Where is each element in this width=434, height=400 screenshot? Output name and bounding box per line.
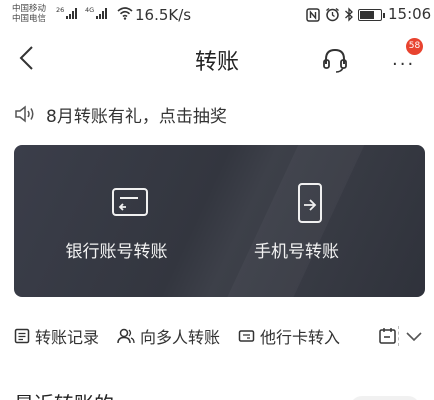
- phone-number-transfer-button[interactable]: 手机号转账: [220, 145, 425, 297]
- transfer-card: 银行账号转账 手机号转账: [14, 145, 425, 297]
- shortcut-divider: [398, 326, 399, 346]
- headset-icon[interactable]: [320, 46, 350, 74]
- card-in-icon: [238, 330, 255, 342]
- signal-1-tag: 26: [56, 6, 65, 14]
- signal-1-icon: 26: [56, 6, 78, 19]
- signal-2-tag: 4G: [85, 6, 95, 14]
- multi-user-icon: [117, 328, 135, 344]
- bank-card-transfer-icon: [112, 188, 148, 216]
- shortcut-card-in[interactable]: 他行卡转入: [238, 324, 340, 348]
- phone-number-transfer-label: 手机号转账: [254, 242, 339, 262]
- calendar-icon[interactable]: [378, 326, 398, 346]
- alarm-icon: [326, 7, 339, 22]
- wifi-icon: [117, 7, 133, 20]
- page-title: 转账: [194, 50, 239, 75]
- network-speed: 16.5K/s: [135, 6, 192, 24]
- speaker-icon: [15, 105, 34, 123]
- shortcut-bar: 转账记录 向多人转账 他行卡转入: [14, 322, 358, 350]
- shortcut-transfer-records[interactable]: 转账记录: [14, 324, 99, 348]
- phone-transfer-icon: [298, 183, 322, 223]
- status-bar: 中国移动 中国电信 26 4G 16.5K/s 15:06: [0, 0, 434, 30]
- shortcut-multi-transfer-label: 向多人转账: [140, 328, 221, 347]
- bluetooth-icon: [345, 7, 353, 22]
- carrier-1: 中国移动: [12, 4, 47, 14]
- recent-transfers-action[interactable]: [350, 396, 420, 400]
- shortcut-transfer-records-label: 转账记录: [35, 328, 100, 347]
- clock: 15:06: [388, 5, 432, 23]
- chevron-left-icon[interactable]: [14, 44, 42, 72]
- carrier-labels: 中国移动 中国电信: [12, 4, 46, 24]
- chevron-down-icon[interactable]: [404, 330, 424, 344]
- shortcut-card-in-label: 他行卡转入: [260, 328, 341, 347]
- recent-transfers-title: 最近转账的...: [14, 388, 133, 400]
- promo-notice[interactable]: 8月转账有礼，点击抽奖: [14, 100, 227, 128]
- carrier-2: 中国电信: [12, 14, 47, 24]
- promo-notice-text: 8月转账有礼，点击抽奖: [46, 106, 227, 127]
- more-icon: ···: [392, 54, 416, 75]
- signal-2-icon: 4G: [85, 6, 108, 19]
- shortcut-multi-transfer[interactable]: 向多人转账: [117, 324, 220, 348]
- records-icon: [14, 328, 30, 344]
- bank-account-transfer-button[interactable]: 银行账号转账: [14, 145, 219, 297]
- bank-account-transfer-label: 银行账号转账: [65, 242, 168, 262]
- more-button[interactable]: ··· 58: [388, 38, 428, 75]
- notification-badge: 58: [406, 38, 423, 55]
- battery-icon: [358, 9, 385, 21]
- nfc-icon: [306, 8, 320, 22]
